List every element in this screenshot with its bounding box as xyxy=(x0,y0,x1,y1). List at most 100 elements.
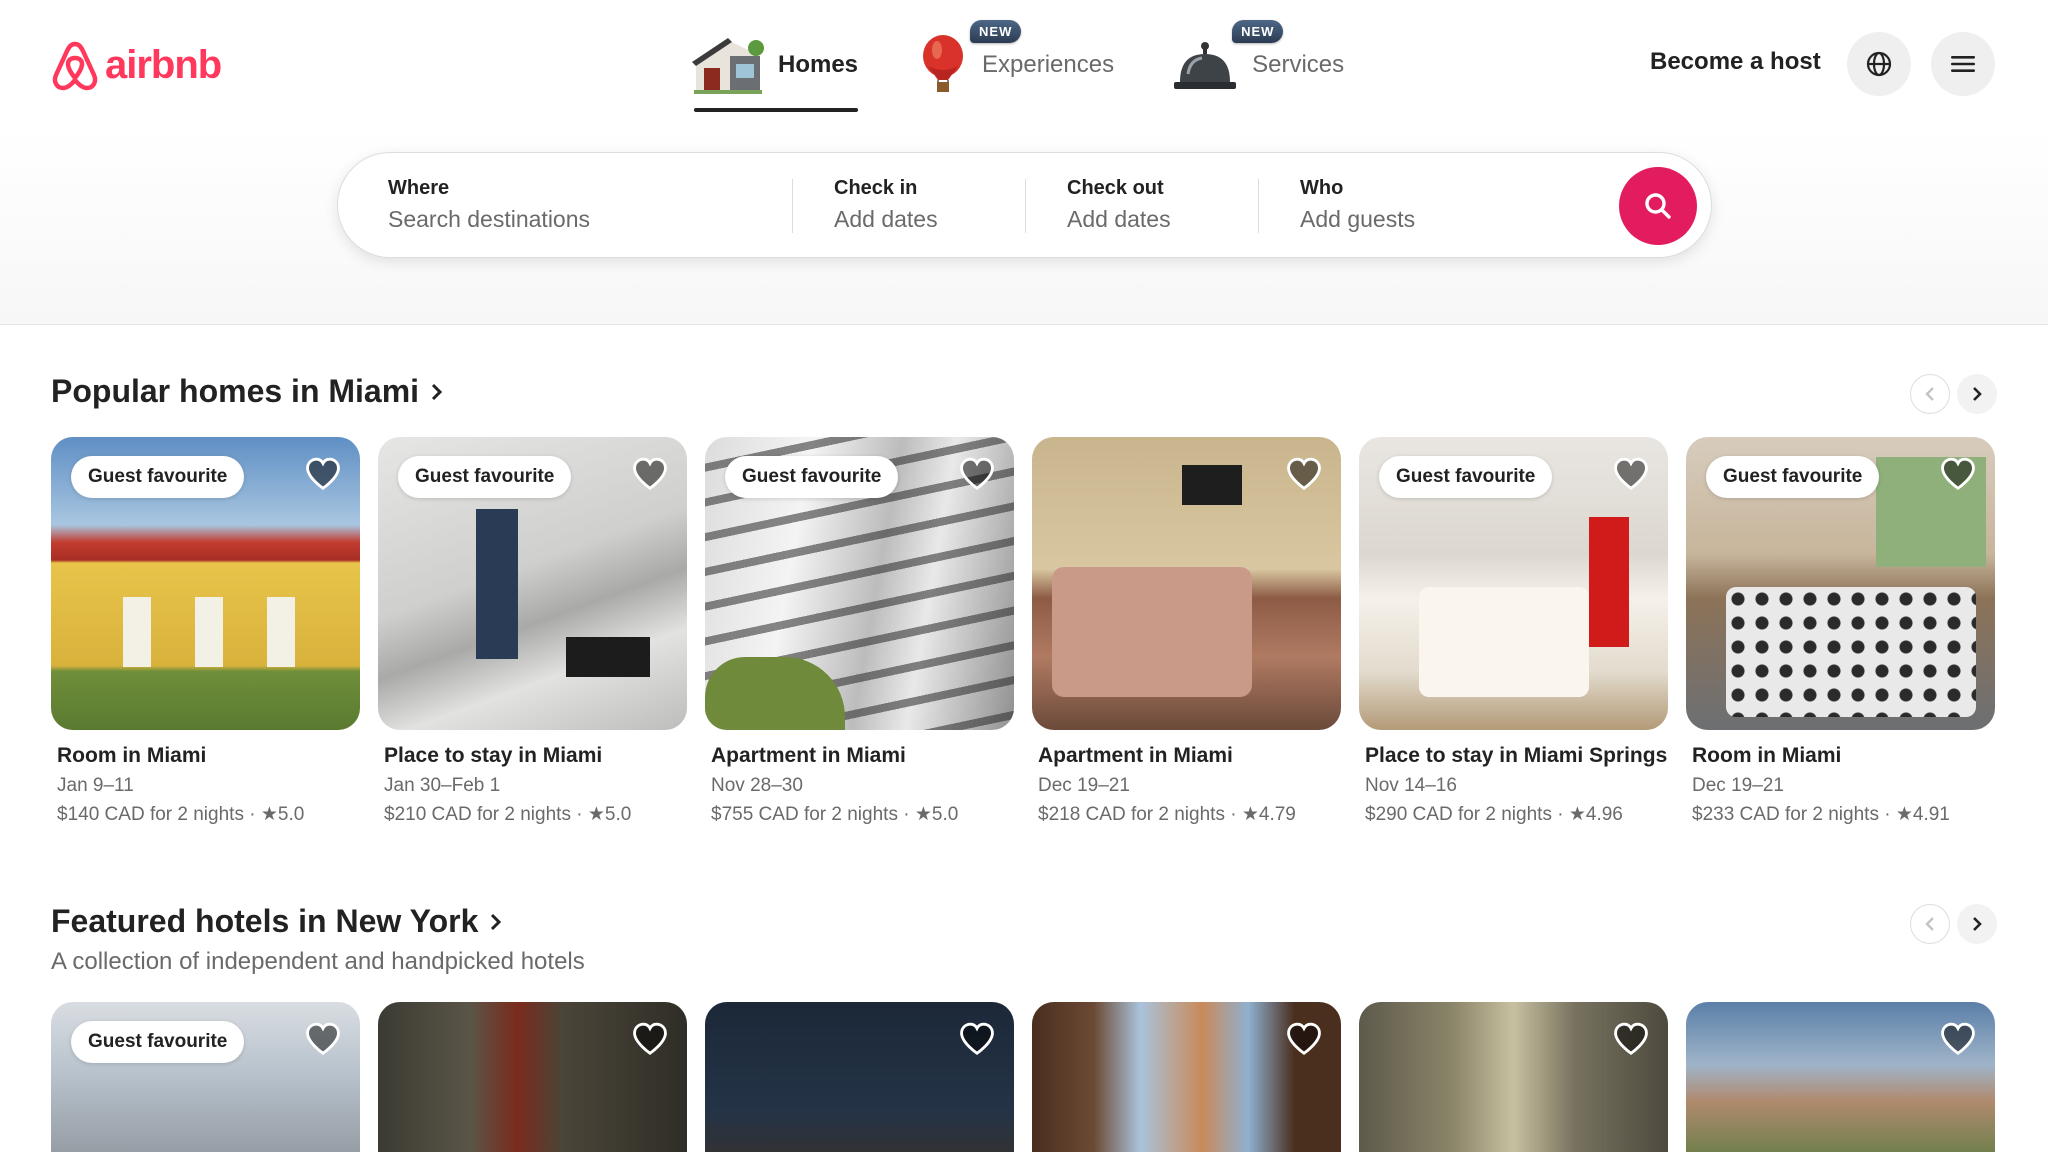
where-input[interactable]: Search destinations xyxy=(388,206,590,233)
listing-price: $140 CAD for 2 nights xyxy=(57,804,244,825)
category-tabs: Homes NEW Experiences NEW Services xyxy=(690,20,1345,112)
hot-air-balloon-icon xyxy=(923,35,964,92)
listing-price: $755 CAD for 2 nights xyxy=(711,804,898,825)
tab-experiences-label: Experiences xyxy=(982,51,1115,78)
listing-dates: Nov 28–30 xyxy=(711,775,803,796)
listing-card[interactable]: Apartment in Miami Dec 19–21 $218 CAD fo… xyxy=(1032,437,1341,826)
who-field[interactable]: Who Add guests xyxy=(1300,177,1415,233)
where-label: Where xyxy=(388,177,450,199)
new-badge: NEW xyxy=(1232,20,1284,43)
listing-title: Room in Miami xyxy=(57,744,207,767)
chevron-right-icon xyxy=(1973,387,1982,401)
heart-icon[interactable] xyxy=(1285,455,1323,493)
popular-next-button[interactable] xyxy=(1957,374,1997,414)
heart-icon[interactable] xyxy=(1285,1020,1323,1058)
tab-services[interactable]: NEW Services xyxy=(1172,20,1345,100)
where-field[interactable]: Where Search destinations xyxy=(388,177,590,233)
hotels-prev-button[interactable] xyxy=(1910,904,1950,944)
header: airbnb Homes NEW Experiences NEW Service… xyxy=(0,0,2048,325)
listing-card[interactable]: Guest favourite Place to stay in Miami J… xyxy=(378,437,687,826)
tab-homes-label: Homes xyxy=(778,51,859,78)
listing-photo[interactable]: Guest favourite xyxy=(51,437,360,730)
star-icon: ★ xyxy=(260,804,278,825)
heart-icon[interactable] xyxy=(631,455,669,493)
search-bar: Where Search destinations Check in Add d… xyxy=(337,152,1712,258)
listing-photo[interactable]: Guest favourite xyxy=(1686,437,1995,730)
listing-title: Apartment in Miami xyxy=(1038,744,1233,767)
check-in-field[interactable]: Check in Add dates xyxy=(834,177,938,233)
who-label: Who xyxy=(1300,177,1344,199)
guest-favourite-badge: Guest favourite xyxy=(71,1021,245,1063)
listing-card[interactable]: Guest favourite Apartment in Miami Nov 2… xyxy=(705,437,1014,826)
hotel-photo[interactable]: Guest favourite xyxy=(51,1002,360,1152)
star-icon: ★ xyxy=(1895,804,1913,825)
tab-services-label: Services xyxy=(1252,51,1345,78)
listing-card[interactable]: Guest favourite Room in Miami Jan 9–11 $… xyxy=(51,437,360,826)
popular-homes-title-text: Popular homes in Miami xyxy=(51,373,420,409)
listing-rating: 4.79 xyxy=(1258,804,1296,825)
listing-photo[interactable]: Guest favourite xyxy=(705,437,1014,730)
become-host-link[interactable]: Become a host xyxy=(1650,48,1821,76)
hotel-photo[interactable] xyxy=(378,1002,687,1152)
guest-favourite-badge: Guest favourite xyxy=(398,456,572,498)
check-out-label: Check out xyxy=(1067,177,1164,199)
listing-rating: 5.0 xyxy=(931,804,959,825)
check-in-label: Check in xyxy=(834,177,918,199)
listing-rating: 4.96 xyxy=(1585,804,1623,825)
tab-homes[interactable]: Homes xyxy=(690,30,859,112)
hotel-photo[interactable] xyxy=(1686,1002,1995,1152)
listing-card[interactable]: Guest favourite Room in Miami Dec 19–21 … xyxy=(1686,437,1995,826)
hamburger-menu-icon xyxy=(1951,56,1975,72)
divider xyxy=(1025,179,1026,233)
airbnb-logo[interactable]: airbnb xyxy=(51,38,222,92)
listing-price-rating: $755 CAD for 2 nights · ★5.0 xyxy=(711,804,959,825)
chevron-right-icon xyxy=(432,383,443,400)
listing-price-rating: $218 CAD for 2 nights · ★4.79 xyxy=(1038,804,1296,825)
search-button[interactable] xyxy=(1619,167,1697,245)
heart-icon[interactable] xyxy=(1939,455,1977,493)
check-out-field[interactable]: Check out Add dates xyxy=(1067,177,1171,233)
globe-icon xyxy=(1866,51,1892,77)
hotel-photo[interactable] xyxy=(1359,1002,1668,1152)
heart-icon[interactable] xyxy=(958,455,996,493)
heart-icon[interactable] xyxy=(1612,455,1650,493)
logo-text: airbnb xyxy=(105,42,222,87)
listing-title: Room in Miami xyxy=(1692,744,1842,767)
check-in-value: Add dates xyxy=(834,206,938,232)
listing-price-rating: $140 CAD for 2 nights · ★5.0 xyxy=(57,804,305,825)
main-menu-button[interactable] xyxy=(1931,32,1995,96)
language-button[interactable] xyxy=(1847,32,1911,96)
listing-dates: Dec 19–21 xyxy=(1692,775,1784,796)
popular-prev-button[interactable] xyxy=(1910,374,1950,414)
heart-icon[interactable] xyxy=(1939,1020,1977,1058)
heart-icon[interactable] xyxy=(631,1020,669,1058)
new-badge: NEW xyxy=(970,20,1022,43)
listing-dates: Jan 30–Feb 1 xyxy=(384,775,501,796)
listing-title: Apartment in Miami xyxy=(711,744,906,767)
heart-icon[interactable] xyxy=(1612,1020,1650,1058)
star-icon: ★ xyxy=(587,804,605,825)
hotel-photo[interactable] xyxy=(1032,1002,1341,1152)
listing-price: $233 CAD for 2 nights xyxy=(1692,804,1879,825)
listing-photo[interactable]: Guest favourite xyxy=(1359,437,1668,730)
featured-hotels-title[interactable]: Featured hotels in New York xyxy=(51,903,504,940)
listing-dates: Nov 14–16 xyxy=(1365,775,1457,796)
listing-title: Place to stay in Miami Springs xyxy=(1365,744,1668,767)
listing-title: Place to stay in Miami xyxy=(384,744,603,767)
listing-dates: Jan 9–11 xyxy=(57,775,134,796)
hotel-photo[interactable] xyxy=(705,1002,1014,1152)
who-value: Add guests xyxy=(1300,206,1416,232)
heart-icon[interactable] xyxy=(304,455,342,493)
hotels-next-button[interactable] xyxy=(1957,904,1997,944)
heart-icon[interactable] xyxy=(304,1020,342,1058)
heart-icon[interactable] xyxy=(958,1020,996,1058)
listing-card[interactable]: Guest favourite Place to stay in Miami S… xyxy=(1359,437,1668,826)
guest-favourite-badge: Guest favourite xyxy=(1706,456,1880,498)
listing-price-rating: $233 CAD for 2 nights · ★4.91 xyxy=(1692,804,1950,825)
listing-photo[interactable] xyxy=(1032,437,1341,730)
listing-rating: 5.0 xyxy=(604,804,632,825)
listing-photo[interactable]: Guest favourite xyxy=(378,437,687,730)
featured-hotels-carousel: Guest favourite xyxy=(51,1002,1995,1152)
popular-homes-title[interactable]: Popular homes in Miami xyxy=(51,373,445,410)
tab-experiences[interactable]: NEW Experiences xyxy=(918,20,1115,100)
